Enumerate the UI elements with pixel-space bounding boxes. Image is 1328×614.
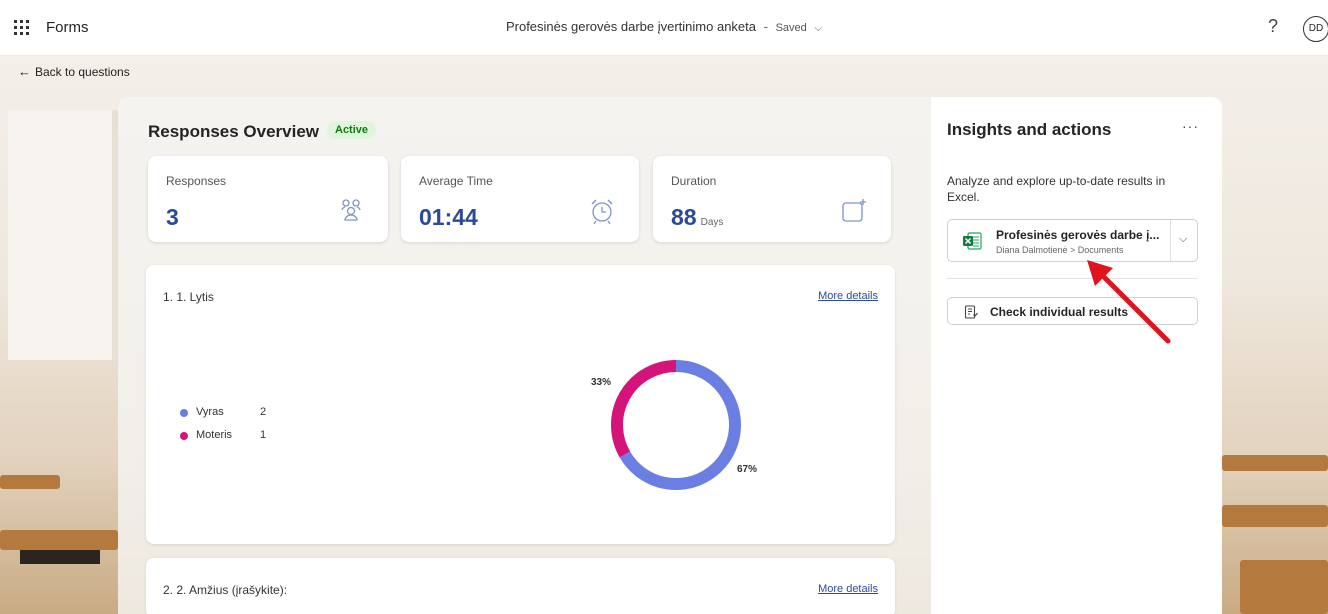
legend-swatch bbox=[180, 409, 188, 417]
page-title: Responses Overview bbox=[148, 122, 320, 141]
excel-file-button[interactable]: Profesinės gerovės darbe į... Diana Dalm… bbox=[947, 219, 1198, 262]
document-title-bar[interactable]: Profesinės gerovės darbe įvertinimo anke… bbox=[0, 19, 1328, 34]
legend-count: 1 bbox=[260, 429, 267, 441]
more-details-link[interactable]: More details bbox=[818, 583, 878, 595]
stat-value: 88 Days bbox=[671, 204, 724, 230]
donut-chart bbox=[611, 360, 741, 490]
excel-icon bbox=[963, 232, 982, 250]
status-badge: Active bbox=[327, 121, 377, 139]
back-link-label: Back to questions bbox=[35, 65, 130, 79]
file-path: Diana Dalmotienė > Documents bbox=[996, 245, 1124, 255]
title-separator: - bbox=[763, 19, 768, 34]
file-name: Profesinės gerovės darbe į... bbox=[996, 228, 1160, 242]
donut-slice-moteris[interactable] bbox=[611, 360, 677, 458]
top-bar: Forms Profesinės gerovės darbe įvertinim… bbox=[0, 0, 1328, 56]
stat-unit: Days bbox=[700, 217, 724, 228]
stat-label: Average Time bbox=[419, 174, 493, 188]
question-title: 1. 1. Lytis bbox=[163, 290, 214, 304]
background-desk bbox=[1222, 505, 1328, 527]
background-desk bbox=[0, 530, 118, 550]
people-icon bbox=[341, 199, 361, 221]
stat-card-duration: Duration 88 Days bbox=[653, 156, 891, 242]
avatar[interactable]: DD bbox=[1303, 16, 1328, 42]
legend-label: Vyras bbox=[196, 406, 224, 418]
insights-title: Insights and actions bbox=[947, 120, 1112, 139]
pie-label-moteris: 33% bbox=[591, 377, 612, 388]
chevron-down-icon[interactable]: ⌵ bbox=[814, 23, 822, 34]
stat-card-average-time: Average Time 01:44 bbox=[401, 156, 639, 242]
legend-count: 2 bbox=[260, 406, 267, 418]
background-desk-leg bbox=[20, 550, 100, 564]
stat-label: Duration bbox=[671, 174, 717, 188]
calendar-sparkle-icon bbox=[842, 199, 866, 222]
question-card-1: 1. 1. Lytis More details Vyras 2 Moteris… bbox=[146, 265, 895, 544]
question-title: 2. 2. Amžius (įrašykite): bbox=[163, 583, 288, 597]
more-details-link[interactable]: More details bbox=[818, 290, 878, 302]
save-status: Saved bbox=[775, 22, 807, 34]
insights-description: Analyze and explore up-to-date results i… bbox=[947, 174, 1166, 204]
stat-label: Responses bbox=[166, 174, 227, 188]
stat-value: 01:44 bbox=[419, 204, 478, 230]
question-card-2: 2. 2. Amžius (įrašykite): More details bbox=[146, 558, 895, 614]
alarm-clock-icon bbox=[591, 199, 613, 225]
background-window bbox=[8, 110, 118, 360]
help-icon[interactable]: ? bbox=[1268, 16, 1278, 37]
stat-value: 3 bbox=[166, 204, 179, 230]
arrow-left-icon: ← bbox=[18, 64, 31, 79]
annotation-arrow bbox=[1087, 260, 1171, 344]
background-desk bbox=[1240, 560, 1328, 614]
background-desk bbox=[0, 475, 60, 489]
pie-label-vyras: 67% bbox=[737, 464, 758, 475]
back-to-questions-link[interactable]: ← Back to questions bbox=[18, 64, 130, 79]
legend-label: Moteris bbox=[196, 429, 233, 441]
stat-card-responses: Responses 3 bbox=[148, 156, 388, 242]
divider bbox=[1170, 220, 1171, 261]
document-list-icon bbox=[964, 305, 978, 319]
more-options-icon[interactable]: ··· bbox=[1182, 118, 1199, 134]
legend-swatch bbox=[180, 432, 188, 440]
document-title[interactable]: Profesinės gerovės darbe įvertinimo anke… bbox=[506, 19, 756, 34]
background-desk bbox=[1222, 455, 1328, 471]
chevron-down-icon[interactable]: ⌵ bbox=[1179, 233, 1187, 246]
